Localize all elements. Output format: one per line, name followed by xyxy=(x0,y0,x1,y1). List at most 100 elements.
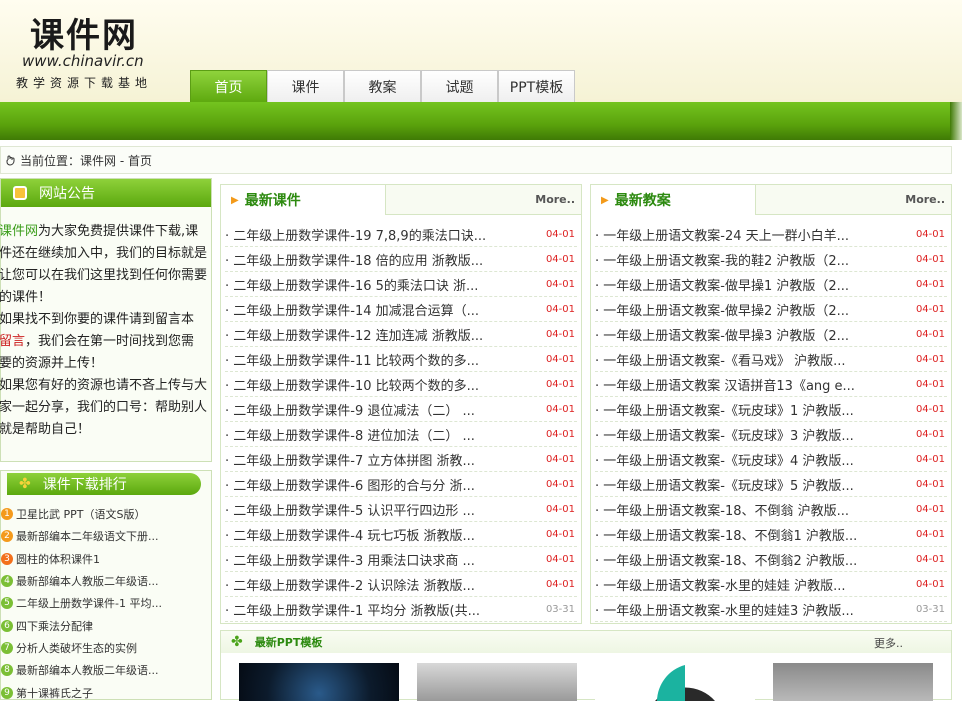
nav-tab-ppt-templates[interactable]: PPT模板 xyxy=(498,70,575,102)
ranking-item-label[interactable]: 最新部编本人教版二年级语... xyxy=(16,573,159,589)
courseware-item[interactable]: · 二年级上册数学课件-10 比较两个数的多... 04-01 xyxy=(225,372,577,397)
lesson-plan-item[interactable]: · 一年级上册语文教案-《玩皮球》4 沪教版... 04-01 xyxy=(595,447,947,472)
lesson-plan-item-title[interactable]: · 一年级上册语文教案-18、不倒翁1 沪教版... xyxy=(595,525,885,544)
lesson-plan-item[interactable]: · 一年级上册语文教案-18、不倒翁1 沪教版... 04-01 xyxy=(595,522,947,547)
courseware-item-title[interactable]: · 二年级上册数学课件-4 玩七巧板 浙教版... xyxy=(225,525,515,544)
lesson-plan-item-title[interactable]: · 一年级上册语文教案-《玩皮球》1 沪教版... xyxy=(595,400,885,419)
ppt-thumbnail[interactable] xyxy=(773,663,933,701)
notice-guestbook-link[interactable]: 留言 xyxy=(0,334,25,349)
ppt-more-link[interactable]: 更多.. xyxy=(874,635,903,651)
ranking-item-label[interactable]: 最新部编本二年级语文下册... xyxy=(16,528,159,544)
courseware-item-title[interactable]: · 二年级上册数学课件-16 5的乘法口诀 浙... xyxy=(225,275,515,294)
ranking-item[interactable]: 2 最新部编本二年级语文下册... xyxy=(1,525,211,547)
courseware-item-title[interactable]: · 二年级上册数学课件-2 认识除法 浙教版... xyxy=(225,575,515,594)
courseware-item-title[interactable]: · 二年级上册数学课件-11 比较两个数的多... xyxy=(225,350,515,369)
ranking-item[interactable]: 1 卫星比武 PPT（语文S版） xyxy=(1,503,211,525)
courseware-more-link[interactable]: More.. xyxy=(535,193,575,206)
courseware-item-title[interactable]: · 二年级上册数学课件-19 7,8,9的乘法口诀... xyxy=(225,225,515,244)
lesson-plan-item[interactable]: · 一年级上册语文教案-18、不倒翁 沪教版... 04-01 xyxy=(595,497,947,522)
courseware-item[interactable]: · 二年级上册数学课件-14 加减混合运算（... 04-01 xyxy=(225,297,577,322)
nav-tab-lesson-plans[interactable]: 教案 xyxy=(344,70,421,102)
courseware-item-title[interactable]: · 二年级上册数学课件-18 倍的应用 浙教版... xyxy=(225,250,515,269)
ranking-item-label[interactable]: 圆柱的体积课件1 xyxy=(16,551,100,567)
lesson-plan-item-title[interactable]: · 一年级上册语文教案-《玩皮球》3 沪教版... xyxy=(595,425,885,444)
lesson-plan-item[interactable]: · 一年级上册语文教案 汉语拼音13《ang e... 04-01 xyxy=(595,372,947,397)
lesson-plan-item-title[interactable]: · 一年级上册语文教案 汉语拼音13《ang e... xyxy=(595,375,885,394)
courseware-item-title[interactable]: · 二年级上册数学课件-1 平均分 浙教版(共... xyxy=(225,600,515,619)
nav-tab-courseware[interactable]: 课件 xyxy=(267,70,344,102)
lesson-plan-item[interactable]: · 一年级上册语文教案-24 天上一群小白羊... 04-01 xyxy=(595,222,947,247)
ppt-thumbnail[interactable] xyxy=(595,663,755,701)
courseware-item-title[interactable]: · 二年级上册数学课件-7 立方体拼图 浙教... xyxy=(225,450,515,469)
courseware-item[interactable]: · 二年级上册数学课件-4 玩七巧板 浙教版... 04-01 xyxy=(225,522,577,547)
ranking-item-label[interactable]: 四下乘法分配律 xyxy=(16,618,93,634)
courseware-item-title[interactable]: · 二年级上册数学课件-8 进位加法（二） ... xyxy=(225,425,515,444)
lesson-plan-item[interactable]: · 一年级上册语文教案-《玩皮球》3 沪教版... 04-01 xyxy=(595,422,947,447)
courseware-item[interactable]: · 二年级上册数学课件-2 认识除法 浙教版... 04-01 xyxy=(225,572,577,597)
rank-number-badge: 8 xyxy=(1,664,13,677)
courseware-item[interactable]: · 二年级上册数学课件-19 7,8,9的乘法口诀... 04-01 xyxy=(225,222,577,247)
lesson-plan-item-title[interactable]: · 一年级上册语文教案-24 天上一群小白羊... xyxy=(595,225,885,244)
notice-site-name[interactable]: 课件网 xyxy=(0,224,38,239)
courseware-item-title[interactable]: · 二年级上册数学课件-10 比较两个数的多... xyxy=(225,375,515,394)
courseware-item[interactable]: · 二年级上册数学课件-3 用乘法口诀求商 ... 04-01 xyxy=(225,547,577,572)
courseware-item-title[interactable]: · 二年级上册数学课件-6 图形的合与分 浙... xyxy=(225,475,515,494)
ranking-item-label[interactable]: 最新部编本人教版二年级语... xyxy=(16,662,159,678)
lesson-plan-item[interactable]: · 一年级上册语文教案-做早操2 沪教版（2... 04-01 xyxy=(595,297,947,322)
site-logo[interactable]: 课件网 xyxy=(30,8,138,57)
courseware-item-date: 04-01 xyxy=(545,228,575,240)
ranking-item[interactable]: 8 最新部编本人教版二年级语... xyxy=(1,659,211,681)
nav-tab-home[interactable]: 首页 xyxy=(190,70,267,102)
courseware-item[interactable]: · 二年级上册数学课件-6 图形的合与分 浙... 04-01 xyxy=(225,472,577,497)
ranking-item[interactable]: 5 二年级上册数学课件-1 平均... xyxy=(1,592,211,614)
ranking-item[interactable]: 6 四下乘法分配律 xyxy=(1,614,211,636)
courseware-item[interactable]: · 二年级上册数学课件-16 5的乘法口诀 浙... 04-01 xyxy=(225,272,577,297)
lesson-plan-item-title[interactable]: · 一年级上册语文教案-做早操3 沪教版（2... xyxy=(595,325,885,344)
lesson-plan-item-title[interactable]: · 一年级上册语文教案-18、不倒翁 沪教版... xyxy=(595,500,885,519)
ranking-item-label[interactable]: 卫星比武 PPT（语文S版） xyxy=(16,506,145,522)
ppt-thumbnail[interactable] xyxy=(417,663,577,701)
ranking-item-label[interactable]: 分析人类破坏生态的实例 xyxy=(16,640,137,656)
lesson-plan-item-title[interactable]: · 一年级上册语文教案-《玩皮球》5 沪教版... xyxy=(595,475,885,494)
lesson-plan-item-title[interactable]: · 一年级上册语文教案-做早操2 沪教版（2... xyxy=(595,300,885,319)
lesson-plan-item[interactable]: · 一年级上册语文教案-水里的娃娃 沪教版... 04-01 xyxy=(595,572,947,597)
courseware-item[interactable]: · 二年级上册数学课件-1 平均分 浙教版(共... 03-31 xyxy=(225,597,577,622)
lesson-plan-item-title[interactable]: · 一年级上册语文教案-《玩皮球》4 沪教版... xyxy=(595,450,885,469)
lesson-plan-item-title[interactable]: · 一年级上册语文教案-做早操1 沪教版（2... xyxy=(595,275,885,294)
lesson-plan-item[interactable]: · 一年级上册语文教案-做早操3 沪教版（2... 04-01 xyxy=(595,322,947,347)
lesson-plan-item[interactable]: · 一年级上册语文教案-18、不倒翁2 沪教版... 04-01 xyxy=(595,547,947,572)
courseware-item-date: 04-01 xyxy=(545,353,575,365)
courseware-item[interactable]: · 二年级上册数学课件-9 退位减法（二） ... 04-01 xyxy=(225,397,577,422)
courseware-item-title[interactable]: · 二年级上册数学课件-9 退位减法（二） ... xyxy=(225,400,515,419)
courseware-item[interactable]: · 二年级上册数学课件-12 连加连减 浙教版... 04-01 xyxy=(225,322,577,347)
lesson-plan-item-title[interactable]: · 一年级上册语文教案-水里的娃娃 沪教版... xyxy=(595,575,885,594)
lesson-plan-item[interactable]: · 一年级上册语文教案-《玩皮球》1 沪教版... 04-01 xyxy=(595,397,947,422)
courseware-item-title[interactable]: · 二年级上册数学课件-12 连加连减 浙教版... xyxy=(225,325,515,344)
courseware-item[interactable]: · 二年级上册数学课件-7 立方体拼图 浙教... 04-01 xyxy=(225,447,577,472)
courseware-item-title[interactable]: · 二年级上册数学课件-5 认识平行四边形 ... xyxy=(225,500,515,519)
ppt-thumbnail[interactable] xyxy=(239,663,399,701)
ranking-item-label[interactable]: 二年级上册数学课件-1 平均... xyxy=(16,595,162,611)
lesson-plan-item[interactable]: · 一年级上册语文教案-《看马戏》 沪教版... 04-01 xyxy=(595,347,947,372)
ranking-item[interactable]: 9 第十课裤氏之子 xyxy=(1,681,211,703)
ranking-item[interactable]: 7 分析人类破坏生态的实例 xyxy=(1,637,211,659)
ranking-item[interactable]: 3 圆柱的体积课件1 xyxy=(1,548,211,570)
lesson-plan-item-title[interactable]: · 一年级上册语文教案-《看马戏》 沪教版... xyxy=(595,350,885,369)
ranking-item[interactable]: 4 最新部编本人教版二年级语... xyxy=(1,570,211,592)
courseware-item[interactable]: · 二年级上册数学课件-5 认识平行四边形 ... 04-01 xyxy=(225,497,577,522)
lesson-plan-item-title[interactable]: · 一年级上册语文教案-我的鞋2 沪教版（2... xyxy=(595,250,885,269)
ranking-item-label[interactable]: 第十课裤氏之子 xyxy=(16,685,93,701)
courseware-item-title[interactable]: · 二年级上册数学课件-14 加减混合运算（... xyxy=(225,300,515,319)
lesson-plan-item[interactable]: · 一年级上册语文教案-做早操1 沪教版（2... 04-01 xyxy=(595,272,947,297)
lesson-plan-item[interactable]: · 一年级上册语文教案-《玩皮球》5 沪教版... 04-01 xyxy=(595,472,947,497)
lesson-plans-more-link[interactable]: More.. xyxy=(905,193,945,206)
nav-tab-exams[interactable]: 试题 xyxy=(421,70,498,102)
lesson-plan-item[interactable]: · 一年级上册语文教案-水里的娃娃3 沪教版... 03-31 xyxy=(595,597,947,622)
lesson-plan-item[interactable]: · 一年级上册语文教案-我的鞋2 沪教版（2... 04-01 xyxy=(595,247,947,272)
lesson-plan-item-title[interactable]: · 一年级上册语文教案-水里的娃娃3 沪教版... xyxy=(595,600,885,619)
courseware-item[interactable]: · 二年级上册数学课件-8 进位加法（二） ... 04-01 xyxy=(225,422,577,447)
lesson-plan-item-title[interactable]: · 一年级上册语文教案-18、不倒翁2 沪教版... xyxy=(595,550,885,569)
courseware-item[interactable]: · 二年级上册数学课件-18 倍的应用 浙教版... 04-01 xyxy=(225,247,577,272)
courseware-item-title[interactable]: · 二年级上册数学课件-3 用乘法口诀求商 ... xyxy=(225,550,515,569)
courseware-item[interactable]: · 二年级上册数学课件-11 比较两个数的多... 04-01 xyxy=(225,347,577,372)
